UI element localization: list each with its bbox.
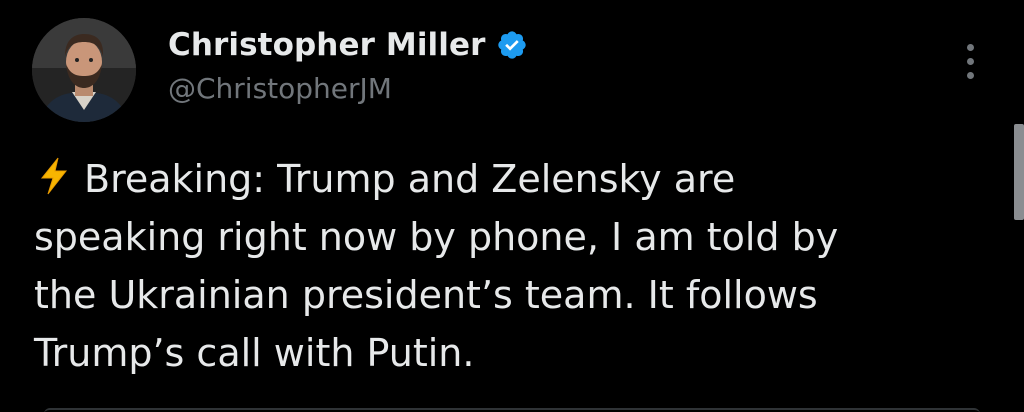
author-name-row[interactable]: Christopher Miller bbox=[168, 22, 528, 68]
tweet-text: Breaking: Trump and Zelensky are speakin… bbox=[34, 150, 994, 382]
verified-badge-icon[interactable] bbox=[496, 29, 528, 61]
author-avatar[interactable] bbox=[32, 18, 136, 122]
author-display-name[interactable]: Christopher Miller bbox=[168, 27, 486, 63]
lightning-emoji-icon bbox=[34, 154, 74, 195]
tweet-body: Breaking: Trump and Zelensky are speakin… bbox=[34, 157, 839, 375]
tweet-card: Christopher Miller @ChristopherJM Breaki… bbox=[0, 0, 1024, 412]
more-options-icon[interactable] bbox=[960, 42, 982, 82]
author-handle[interactable]: @ChristopherJM bbox=[168, 72, 392, 105]
profile-photo-icon bbox=[32, 18, 136, 122]
scrollbar-thumb[interactable] bbox=[1014, 124, 1024, 220]
embedded-card-edge bbox=[44, 408, 980, 412]
